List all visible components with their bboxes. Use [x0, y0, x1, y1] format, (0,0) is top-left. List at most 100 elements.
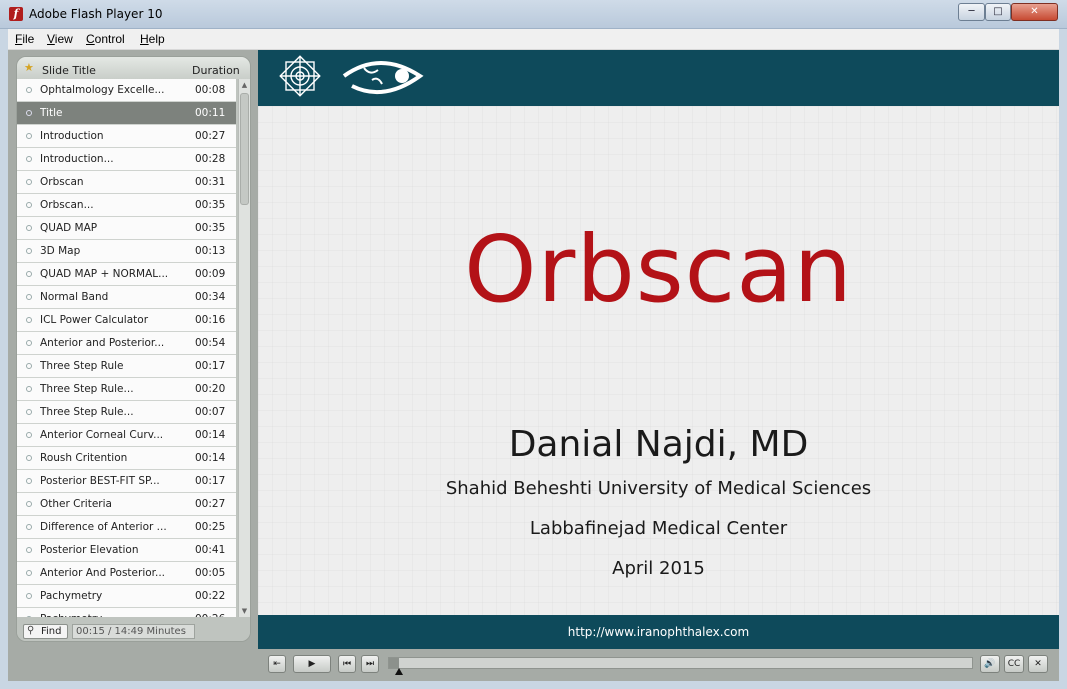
slide-list-item[interactable]: Three Step Rule... 00:07: [17, 401, 236, 424]
scroll-up-icon[interactable]: ▲: [239, 79, 250, 91]
close-window-button[interactable]: ✕: [1011, 3, 1058, 21]
star-icon: ★: [24, 61, 34, 74]
volume-icon[interactable]: 🔊: [980, 655, 1000, 673]
slide-item-title: Ophtalmology Excelle...: [40, 84, 165, 96]
slide-list-item[interactable]: 3D Map 00:13: [17, 240, 236, 263]
menu-view[interactable]: View: [47, 32, 73, 46]
maximize-button[interactable]: □: [985, 3, 1011, 21]
slide-item-duration: 00:20: [195, 383, 226, 395]
slide-item-duration: 00:08: [195, 84, 226, 96]
slide-affiliation-center: Labbafinejad Medical Center: [529, 518, 788, 539]
slide-item-title: Anterior and Posterior...: [40, 337, 165, 349]
bullet-icon: [26, 156, 32, 162]
slide-item-title: QUAD MAP + NORMAL...: [40, 268, 169, 280]
slide-list-item[interactable]: Introduction 00:27: [17, 125, 236, 148]
slide-list-item[interactable]: Anterior Corneal Curv... 00:14: [17, 424, 236, 447]
slide-list-item[interactable]: QUAD MAP 00:35: [17, 217, 236, 240]
slide-item-duration: 00:54: [195, 337, 226, 349]
slide-list-item[interactable]: QUAD MAP + NORMAL... 00:09: [17, 263, 236, 286]
slide-item-duration: 00:34: [195, 291, 226, 303]
scrollbar-thumb[interactable]: [240, 93, 249, 205]
menu-help[interactable]: Help: [140, 32, 165, 46]
slide-item-duration: 00:17: [195, 475, 226, 487]
slide-item-duration: 00:41: [195, 544, 226, 556]
seek-handle[interactable]: [394, 668, 403, 675]
slide-item-title: Introduction: [40, 130, 104, 142]
slide-list-item[interactable]: Orbscan 00:31: [17, 171, 236, 194]
slide-list-item[interactable]: Introduction... 00:28: [17, 148, 236, 171]
slide-item-title: Roush Critention: [40, 452, 128, 464]
window-title-bar[interactable]: f Adobe Flash Player 10 ─ □ ✕: [0, 0, 1067, 29]
slide-title: Orbscan: [464, 216, 853, 323]
exit-icon[interactable]: ⇤: [268, 655, 286, 673]
slide-item-duration: 00:27: [195, 130, 226, 142]
slide-item-title: Posterior Elevation: [40, 544, 139, 556]
bullet-icon: [26, 386, 32, 392]
slide-item-title: Three Step Rule: [40, 360, 124, 372]
slide-list-item[interactable]: Posterior Elevation 00:41: [17, 539, 236, 562]
slide-list-item[interactable]: Anterior and Posterior... 00:54: [17, 332, 236, 355]
slide-item-duration: 00:07: [195, 406, 226, 418]
next-icon[interactable]: ⏭: [361, 655, 379, 673]
slide-item-duration: 00:13: [195, 245, 226, 257]
slide-item-title: Orbscan...: [40, 199, 94, 211]
slide-list-item[interactable]: Pachymetry 00:22: [17, 585, 236, 608]
scroll-down-icon[interactable]: ▼: [239, 605, 250, 617]
menu-file[interactable]: File: [15, 32, 34, 46]
bullet-icon: [26, 317, 32, 323]
outline-footer: ⚲ Find 00:15 / 14:49 Minutes: [17, 617, 250, 641]
slide-list-item[interactable]: Orbscan... 00:35: [17, 194, 236, 217]
slide-list-item[interactable]: Other Criteria 00:27: [17, 493, 236, 516]
seek-bar[interactable]: [388, 657, 973, 675]
close-icon[interactable]: ✕: [1028, 655, 1048, 673]
previous-icon[interactable]: ⏮: [338, 655, 356, 673]
slide-list-item[interactable]: Roush Critention 00:14: [17, 447, 236, 470]
slide-item-title: Difference of Anterior ...: [40, 521, 167, 533]
slide-item-duration: 00:09: [195, 268, 226, 280]
header-duration: Duration: [192, 64, 240, 77]
seek-progress: [389, 658, 399, 668]
find-button[interactable]: ⚲ Find: [23, 624, 68, 639]
bullet-icon: [26, 248, 32, 254]
closed-captions-icon[interactable]: CC: [1004, 655, 1024, 673]
slide-item-title: Introduction...: [40, 153, 114, 165]
slide-item-title: Pachymetry: [40, 590, 103, 602]
slide-list-item[interactable]: ICL Power Calculator 00:16: [17, 309, 236, 332]
menu-control[interactable]: Control: [86, 32, 125, 46]
bullet-icon: [26, 340, 32, 346]
slide-footer-banner: http://www.iranophthalex.com: [258, 615, 1059, 649]
slide-list-item[interactable]: Ophtalmology Excelle... 00:08: [17, 79, 236, 102]
playback-controls: ⇤ ▶ ⏮ ⏭ 🔊 CC ✕: [258, 649, 1059, 681]
bullet-icon: [26, 524, 32, 530]
search-icon: ⚲: [27, 625, 35, 636]
slide-list-item[interactable]: Three Step Rule... 00:20: [17, 378, 236, 401]
menu-bar: File View Control Help: [8, 29, 1059, 50]
slide-date: April 2015: [612, 558, 705, 579]
slide-list: Ophtalmology Excelle... 00:08 Title 00:11 In…: [17, 79, 237, 617]
slide-author: Danial Najdi, MD: [508, 424, 809, 465]
slide-list-item[interactable]: Three Step Rule 00:17: [17, 355, 236, 378]
slide-item-title: Anterior Corneal Curv...: [40, 429, 164, 441]
slide-list-item[interactable]: Difference of Anterior ... 00:25: [17, 516, 236, 539]
minimize-button[interactable]: ─: [958, 3, 985, 21]
bullet-icon: [26, 271, 32, 277]
header-slide-title: Slide Title: [42, 64, 96, 77]
slide-item-duration: 00:28: [195, 153, 226, 165]
slide-item-duration: 00:25: [195, 521, 226, 533]
slide-list-item[interactable]: Posterior BEST-FIT SP... 00:17: [17, 470, 236, 493]
bullet-icon: [26, 547, 32, 553]
slide-list-item[interactable]: Anterior And Posterior... 00:05: [17, 562, 236, 585]
window-title: Adobe Flash Player 10: [29, 7, 163, 21]
play-icon[interactable]: ▶: [293, 655, 331, 673]
bullet-icon: [26, 432, 32, 438]
bullet-icon: [26, 363, 32, 369]
slide-list-item[interactable]: Normal Band 00:34: [17, 286, 236, 309]
bullet-icon: [26, 179, 32, 185]
slide-list-item[interactable]: Pachymetry...00:26: [17, 608, 236, 617]
bullet-icon: [26, 593, 32, 599]
bullet-icon: [26, 478, 32, 484]
bullet-icon: [26, 409, 32, 415]
bullet-icon: [26, 110, 32, 116]
slide-list-item[interactable]: Title 00:11: [17, 102, 236, 125]
outline-scrollbar[interactable]: ▲ ▼: [238, 79, 250, 617]
